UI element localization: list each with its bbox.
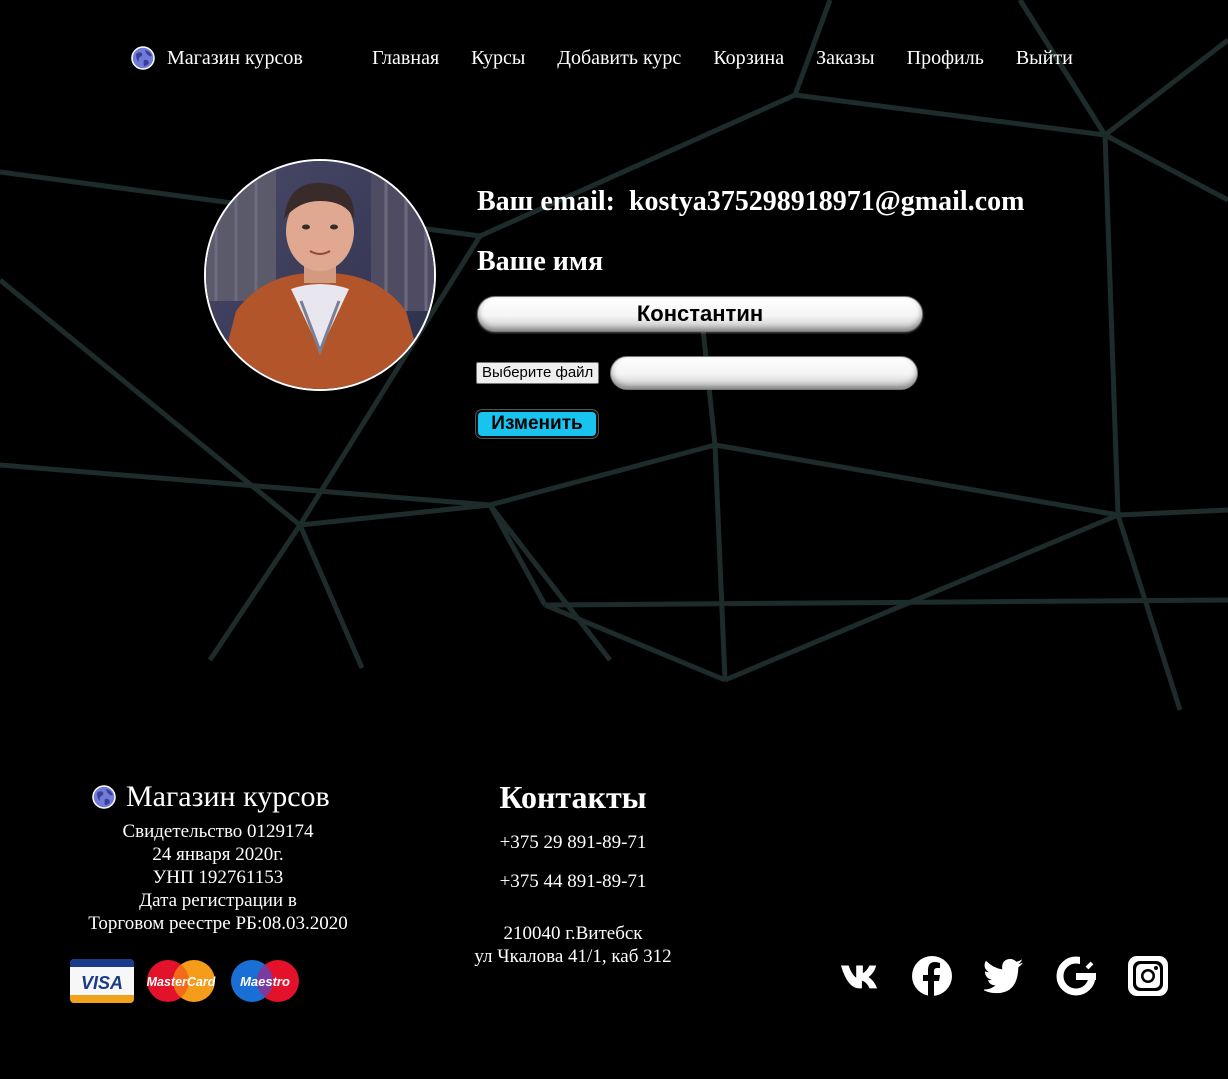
address-line: 210040 г.Витебск [503, 923, 643, 944]
avatar-photo [206, 161, 434, 389]
twitter-icon[interactable] [984, 956, 1024, 996]
file-name-field[interactable] [610, 356, 918, 390]
payment-cards: VISA MasterCard Maestro [70, 959, 302, 1003]
company-info: Свидетельство 0129174 24 января 2020г. У… [64, 820, 372, 935]
main-nav: Главная Курсы Добавить курс Корзина Зака… [372, 47, 1073, 70]
footer-brand-name: Магазин курсов [126, 780, 330, 813]
facebook-icon[interactable] [912, 956, 952, 996]
nav-item-profile[interactable]: Профиль [907, 47, 984, 70]
info-line: Торговом реестре РБ:08.03.2020 [88, 913, 348, 934]
submit-change-button[interactable]: Изменить [476, 410, 598, 438]
maestro-icon: Maestro [231, 960, 299, 1002]
globe-icon [131, 46, 155, 70]
phone-number[interactable]: +375 44 891-89-71 [473, 871, 673, 893]
nav-item-cart[interactable]: Корзина [713, 47, 784, 70]
svg-text:MasterCard: MasterCard [147, 975, 216, 989]
profile-avatar [204, 159, 436, 391]
instagram-icon[interactable] [1128, 956, 1168, 996]
info-line: 24 января 2020г. [152, 844, 284, 865]
address-line: ул Чкалова 41/1, каб 312 [474, 946, 672, 967]
social-links [840, 956, 1168, 996]
contacts-title: Контакты [499, 779, 647, 815]
info-line: Дата регистрации в [139, 890, 297, 911]
nav-item-orders[interactable]: Заказы [816, 47, 875, 70]
email-value: kostya375298918971@gmail.com [628, 186, 1025, 217]
google-icon[interactable] [1056, 956, 1096, 996]
brand-name: Магазин курсов [167, 46, 303, 69]
info-line: УНП 192761153 [152, 867, 284, 888]
footer-brand: Магазин курсов [92, 780, 330, 814]
visa-icon: VISA [70, 959, 134, 1003]
nav-item-add-course[interactable]: Добавить курс [557, 47, 681, 70]
name-input[interactable] [477, 296, 923, 332]
svg-text:VISA: VISA [81, 973, 123, 993]
brand-logo[interactable]: Магазин курсов [131, 46, 303, 70]
nav-item-courses[interactable]: Курсы [471, 47, 525, 70]
email-row: Ваш email: kostya375298918971@gmail.com [477, 186, 1024, 218]
globe-icon [92, 785, 116, 809]
email-label: Ваш email: [477, 186, 615, 217]
info-line: Свидетельство 0129174 [122, 821, 314, 842]
address: 210040 г.Витебск ул Чкалова 41/1, каб 31… [440, 922, 706, 968]
choose-file-button[interactable]: Выберите файл [476, 362, 600, 384]
phone-number[interactable]: +375 29 891-89-71 [473, 832, 673, 854]
vk-icon[interactable] [840, 956, 880, 996]
svg-text:Maestro: Maestro [240, 974, 290, 989]
name-label: Ваше имя [477, 246, 604, 277]
nav-item-logout[interactable]: Выйти [1016, 47, 1073, 70]
nav-item-home[interactable]: Главная [372, 47, 439, 70]
mastercard-icon: MasterCard [147, 960, 216, 1002]
